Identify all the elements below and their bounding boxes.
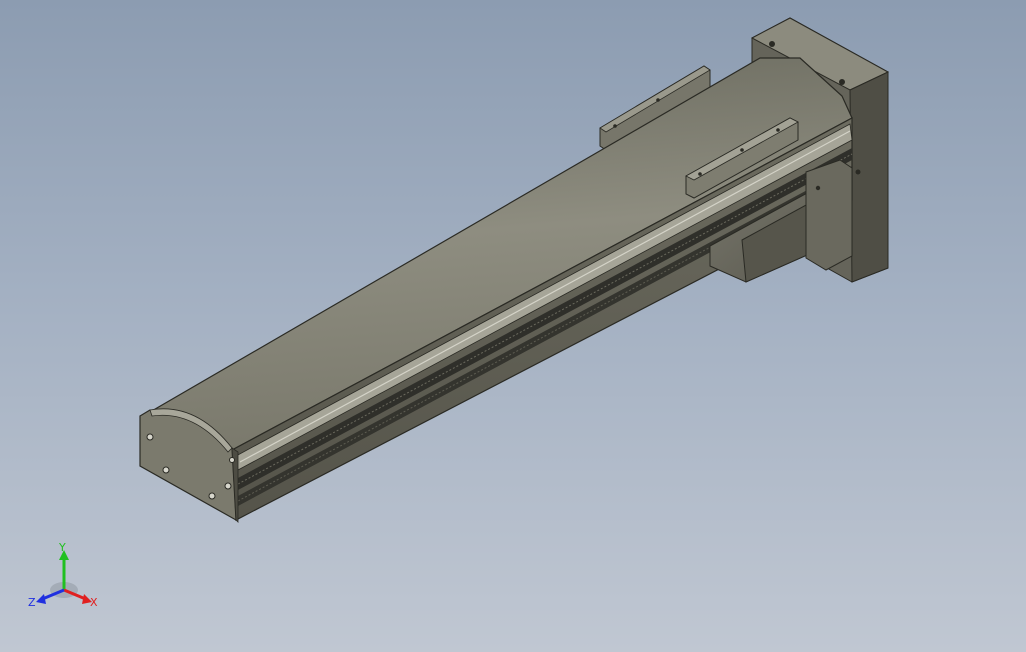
- axis-triad[interactable]: Y X Z: [26, 538, 106, 618]
- model-viewport[interactable]: Y X Z: [0, 0, 1026, 652]
- linear-actuator-model[interactable]: [0, 0, 1026, 652]
- z-axis-arrow: [36, 594, 46, 604]
- z-axis-label: Z: [28, 596, 36, 609]
- actuator-body: [148, 57, 853, 521]
- y-axis-label: Y: [58, 541, 66, 554]
- x-axis-label: X: [90, 596, 98, 609]
